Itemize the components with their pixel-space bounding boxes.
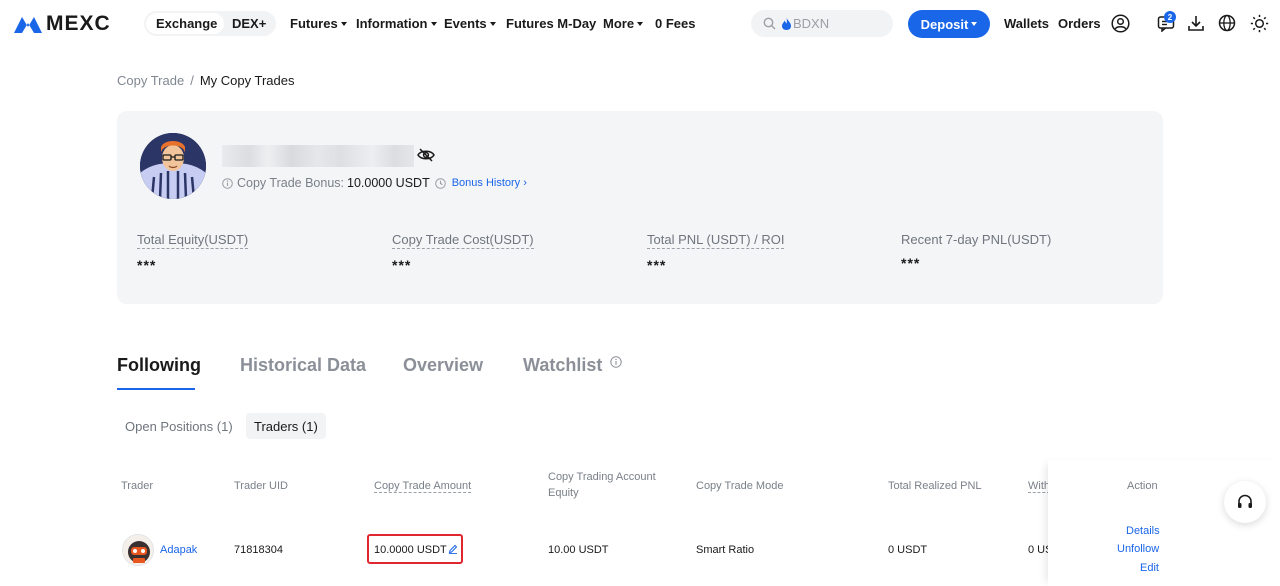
col-header-withdraw[interactable]: With [1028, 478, 1050, 494]
col-header-copy-trade-mode: Copy Trade Mode [696, 480, 784, 492]
bonus-history-link[interactable]: Bonus History › [452, 177, 527, 189]
col-header-account-equity: Copy Trading Account Equity [548, 469, 656, 501]
breadcrumb-separator: / [190, 73, 194, 88]
username-blurred [222, 145, 414, 167]
col-header-equity-line2: Equity [548, 487, 579, 499]
stat-copy-trade-cost: Copy Trade Cost(USDT) *** [392, 232, 534, 273]
col-header-copy-trade-amount[interactable]: Copy Trade Amount [374, 478, 472, 494]
avatar [140, 133, 206, 199]
col-header-amount-label: Copy Trade Amount [374, 480, 472, 493]
nav-events-label: Events [444, 16, 487, 31]
flame-icon [782, 17, 791, 30]
nav-futures-mday[interactable]: Futures M-Day [506, 16, 596, 31]
breadcrumb-current: My Copy Trades [199, 73, 295, 88]
trader-name-link[interactable]: Adapak [160, 544, 197, 556]
stat-value: *** [647, 257, 667, 273]
chevron-down-icon [430, 22, 437, 26]
tab-following[interactable]: Following [117, 355, 201, 376]
clock-icon [434, 177, 446, 189]
nav-events[interactable]: Events [444, 16, 496, 31]
mexc-logo[interactable]: MEXC [14, 12, 111, 36]
nav-information-label: Information [356, 16, 428, 31]
info-icon [610, 356, 623, 368]
subtab-open-positions[interactable]: Open Positions (1) [125, 413, 233, 439]
exchange-toggle[interactable]: Exchange [156, 16, 217, 31]
mexc-logo-icon [14, 17, 42, 33]
stat-value: *** [901, 255, 921, 271]
headset-icon [1238, 494, 1252, 508]
trader-avatar[interactable] [122, 534, 154, 566]
stat-total-pnl: Total PNL (USDT) / ROI *** [647, 232, 785, 273]
download-icon[interactable] [1186, 13, 1206, 33]
nav-more[interactable]: More [603, 16, 644, 31]
edit-link[interactable]: Edit [1140, 562, 1159, 574]
stat-label: Recent 7-day PNL(USDT) [901, 232, 1052, 247]
notification-badge: 2 [1164, 11, 1176, 23]
col-header-total-realized-pnl: Total Realized PNL [888, 480, 982, 492]
tab-watchlist-label: Watchlist [523, 355, 603, 375]
subtab-traders[interactable]: Traders (1) [246, 413, 326, 439]
details-link[interactable]: Details [1126, 525, 1160, 537]
globe-icon[interactable] [1217, 13, 1237, 33]
search-placeholder: BDXN [793, 16, 830, 31]
stat-total-equity: Total Equity(USDT) *** [137, 232, 249, 273]
col-header-trader: Trader [121, 480, 153, 492]
info-icon[interactable] [222, 177, 233, 189]
nav-orders[interactable]: Orders [1058, 16, 1101, 31]
breadcrumb: Copy Trade / My Copy Trades [117, 73, 294, 88]
deposit-button[interactable]: Deposit [908, 10, 990, 38]
action-column [1048, 460, 1280, 586]
copy-trade-bonus: Copy Trade Bonus: 10.0000 USDT Bonus His… [222, 176, 527, 190]
copy-trade-mode: Smart Ratio [696, 544, 755, 556]
col-header-trader-uid: Trader UID [234, 480, 288, 492]
nav-wallets[interactable]: Wallets [1004, 16, 1049, 31]
unfollow-link[interactable]: Unfollow [1117, 543, 1159, 555]
stat-value: *** [137, 257, 157, 273]
deposit-label: Deposit [920, 16, 969, 32]
nav-information[interactable]: Information [356, 16, 437, 31]
chevron-down-icon [489, 22, 496, 26]
col-header-equity-line1: Copy Trading Account [548, 471, 656, 483]
breadcrumb-copy-trade[interactable]: Copy Trade [117, 73, 184, 88]
amount-highlight-box [367, 534, 463, 564]
search-icon [763, 17, 776, 30]
exchange-dex-switch: Exchange DEX+ [144, 11, 276, 36]
tab-historical-data[interactable]: Historical Data [240, 355, 366, 376]
support-button[interactable] [1224, 481, 1266, 523]
tab-watchlist[interactable]: Watchlist [523, 355, 623, 376]
brand-name: MEXC [46, 12, 111, 35]
chevron-down-icon [637, 22, 644, 26]
stat-value: *** [392, 257, 412, 273]
sun-icon[interactable] [1249, 13, 1269, 33]
nav-zero-fees[interactable]: 0 Fees [655, 16, 695, 31]
profile-card: Copy Trade Bonus: 10.0000 USDT Bonus His… [117, 111, 1163, 304]
nav-futures-label: Futures [290, 16, 338, 31]
dex-toggle[interactable]: DEX+ [232, 16, 266, 31]
stat-recent-7day-pnl: Recent 7-day PNL(USDT) *** [901, 232, 1051, 271]
bonus-label: Copy Trade Bonus: [237, 176, 345, 190]
stat-label[interactable]: Copy Trade Cost(USDT) [392, 232, 534, 249]
user-icon[interactable] [1110, 13, 1130, 33]
tab-overview[interactable]: Overview [403, 355, 483, 376]
bonus-history-label: Bonus History [451, 177, 521, 189]
trader-uid: 71818304 [234, 544, 283, 556]
chevron-down-icon [340, 22, 347, 26]
search-input[interactable]: BDXN [751, 10, 893, 37]
col-header-action: Action [1127, 480, 1158, 492]
tab-active-underline [117, 388, 195, 390]
top-nav: MEXC Exchange DEX+ Futures Information E… [0, 0, 1280, 46]
eye-off-icon[interactable] [417, 148, 435, 167]
account-equity: 10.00 USDT [548, 544, 609, 556]
stat-label[interactable]: Total PNL (USDT) / ROI [647, 232, 785, 249]
nav-futures[interactable]: Futures [290, 16, 347, 31]
stat-label[interactable]: Total Equity(USDT) [137, 232, 249, 249]
nav-more-label: More [603, 16, 635, 31]
bonus-value: 10.0000 USDT [347, 176, 430, 190]
col-header-withdraw-label: With [1028, 480, 1050, 493]
chevron-down-icon [971, 22, 978, 26]
chevron-right-icon: › [523, 177, 527, 189]
total-realized-pnl: 0 USDT [888, 544, 928, 556]
